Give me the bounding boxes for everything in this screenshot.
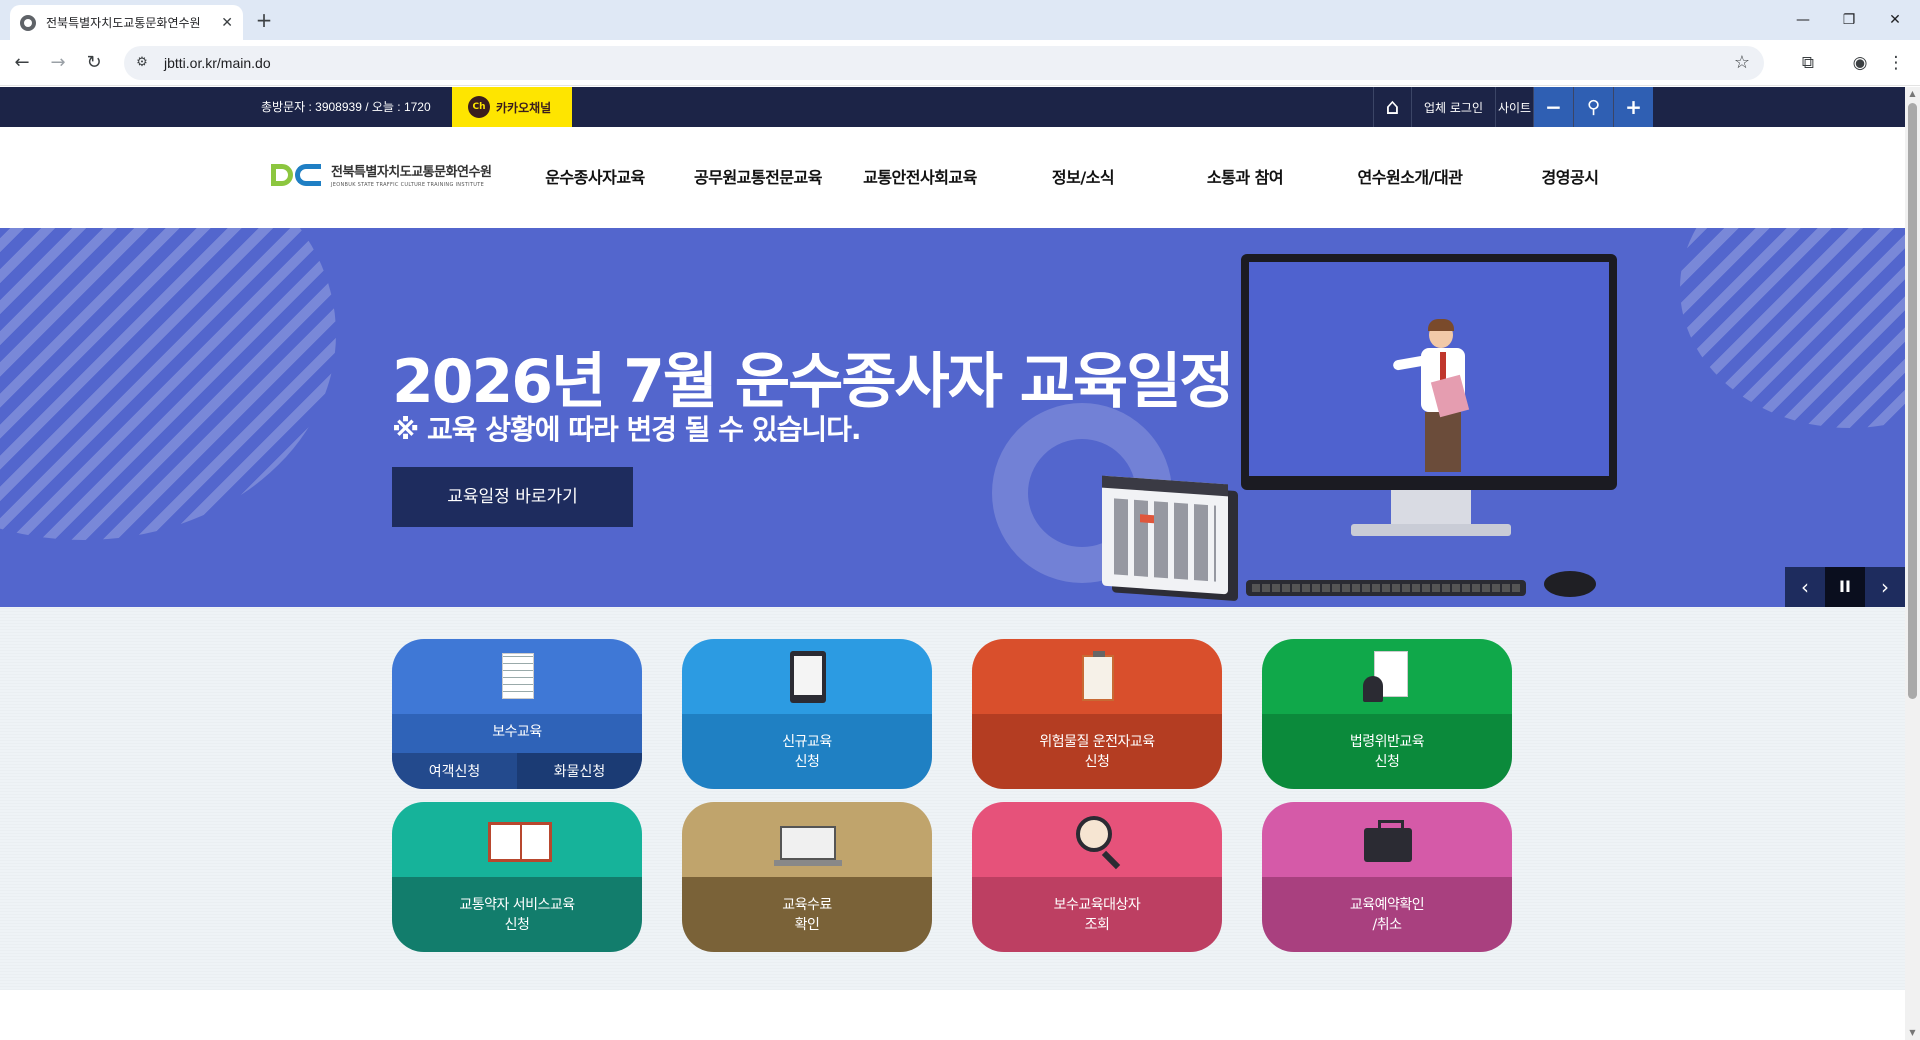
quick-card-reservation-check[interactable]: 교육예약확인 /취소	[1262, 802, 1512, 952]
window-close-button[interactable]: ✕	[1872, 6, 1918, 34]
quick-card-label: 보수교육대상자 조회	[1053, 896, 1141, 933]
slider-prev-button[interactable]: ‹	[1785, 567, 1825, 607]
menu-icon[interactable]: ⋮	[1882, 49, 1910, 77]
url-text[interactable]: jbtti.or.kr/main.do	[164, 55, 271, 71]
mouse-illustration	[1544, 571, 1596, 597]
quick-card-label: 법령위반교육 신청	[1349, 733, 1425, 770]
clipboard-icon	[1074, 650, 1120, 703]
nav-safety-social-education[interactable]: 교통안전사회교육	[850, 127, 990, 228]
quick-card-label: 위험물질 운전자교육 신청	[1039, 733, 1155, 770]
quick-card-new-education[interactable]: 신규교육 신청	[682, 639, 932, 789]
kakao-channel-label: 카카오채널	[496, 100, 552, 115]
quick-card-refresher-education[interactable]: 보수교육 여객신청 화물신청	[392, 639, 642, 789]
quick-card-hazmat-education[interactable]: 위험물질 운전자교육 신청	[972, 639, 1222, 789]
cargo-apply-button[interactable]: 화물신청	[517, 753, 642, 789]
keyboard-illustration	[1246, 580, 1526, 596]
magnifier-person-icon	[1074, 814, 1120, 866]
nav-info-news[interactable]: 정보/소식	[1023, 127, 1143, 228]
person-document-icon	[1363, 650, 1410, 703]
quick-card-target-lookup[interactable]: 보수교육대상자 조회	[972, 802, 1222, 952]
quick-card-label: 교육예약확인 /취소	[1349, 896, 1425, 933]
open-book-icon	[488, 814, 552, 866]
document-pen-icon	[494, 651, 540, 703]
nav-institute-intro[interactable]: 연수원소개/대관	[1335, 127, 1485, 228]
tablet-icon	[784, 650, 830, 703]
profile-icon[interactable]: ◉	[1846, 49, 1874, 77]
minimize-button[interactable]: —	[1780, 6, 1826, 34]
stripe-decoration	[0, 228, 336, 540]
laptop-certificate-icon	[774, 814, 842, 866]
scroll-up-icon[interactable]: ▲	[1905, 87, 1920, 101]
forward-icon[interactable]: →	[44, 49, 72, 77]
zoom-in-button[interactable]: +	[1613, 87, 1653, 127]
browser-tab-bar: 전북특별자치도교통문화연수원 ✕ + — ❐ ✕	[0, 0, 1920, 40]
new-tab-button[interactable]: +	[252, 8, 276, 32]
schedule-shortcut-button[interactable]: 교육일정 바로가기	[392, 467, 633, 527]
quick-card-label: 교통약자 서비스교육 신청	[459, 896, 575, 933]
hero-title: 2026년 7월 운수종사자 교육일정	[392, 347, 1235, 417]
presenter-illustration	[1392, 319, 1470, 472]
nav-public-official-education[interactable]: 공무원교통전문교육	[683, 127, 833, 228]
stripe-decoration	[1680, 228, 1905, 428]
site-utility-bar: 총방문자 : 3908939 / 오늘 : 1720 Ch 카카오채널 ⌂ 업체…	[0, 87, 1905, 127]
business-login-link[interactable]: 업체 로그인	[1411, 87, 1495, 127]
passenger-apply-button[interactable]: 여객신청	[392, 753, 517, 789]
back-icon[interactable]: ←	[8, 49, 36, 77]
scroll-down-icon[interactable]: ▼	[1905, 1026, 1920, 1040]
logo-english-name: JEONBUK STATE TRAFFIC CULTURE TRAINING I…	[331, 182, 485, 188]
nav-management-disclosure[interactable]: 경영공시	[1510, 127, 1630, 228]
scrollbar-thumb[interactable]	[1908, 103, 1917, 699]
sitemap-link[interactable]: 사이트	[1495, 87, 1533, 127]
reload-icon[interactable]: ↻	[80, 49, 108, 77]
extensions-icon[interactable]: ⧉	[1794, 49, 1822, 77]
hero-subtitle: ※ 교육 상황에 따라 변경 될 수 있습니다.	[392, 413, 861, 446]
monitor-illustration	[1241, 254, 1617, 536]
logo-mark-icon	[271, 162, 323, 188]
zoom-out-button[interactable]: −	[1533, 87, 1573, 127]
nav-communication[interactable]: 소통과 참여	[1185, 127, 1305, 228]
quick-card-label: 보수교육	[492, 724, 542, 740]
nav-driver-education[interactable]: 운수종사자교육	[530, 127, 660, 228]
slider-next-button[interactable]: ›	[1865, 567, 1905, 607]
zoom-reset-icon[interactable]: ⚲	[1573, 87, 1613, 127]
kakao-channel-icon: Ch	[468, 96, 490, 118]
bookmark-star-icon[interactable]: ☆	[1734, 52, 1750, 73]
browser-tab[interactable]: 전북특별자치도교통문화연수원 ✕	[10, 5, 243, 40]
quick-card-accessibility-education[interactable]: 교통약자 서비스교육 신청	[392, 802, 642, 952]
browser-toolbar: ← → ↻ ⚙ jbtti.or.kr/main.do ☆ ⧉ ◉ ⋮	[0, 40, 1920, 86]
briefcase-icon	[1364, 814, 1412, 866]
quick-card-label: 신규교육 신청	[782, 733, 832, 770]
restore-button[interactable]: ❐	[1826, 6, 1872, 34]
tab-close-icon[interactable]: ✕	[221, 15, 233, 31]
quick-menu-section: 보수교육 여객신청 화물신청 신규교육 신청 위험물질 운전자교육 신청 법령위…	[0, 607, 1905, 990]
site-header: 전북특별자치도교통문화연수원 JEONBUK STATE TRAFFIC CUL…	[0, 127, 1905, 228]
quick-card-violation-education[interactable]: 법령위반교육 신청	[1262, 639, 1512, 789]
address-bar[interactable]: ⚙ jbtti.or.kr/main.do ☆	[124, 46, 1764, 80]
page-scrollbar[interactable]: ▲ ▼	[1905, 87, 1920, 1040]
hero-banner: 2026년 7월 운수종사자 교육일정 ※ 교육 상황에 따라 변경 될 수 있…	[0, 228, 1905, 607]
logo-korean-name: 전북특별자치도교통문화연수원	[331, 165, 492, 180]
calendar-illustration	[1102, 475, 1228, 595]
tab-title: 전북특별자치도교통문화연수원	[46, 16, 201, 30]
site-logo[interactable]: 전북특별자치도교통문화연수원 JEONBUK STATE TRAFFIC CUL…	[271, 161, 492, 188]
slider-pause-button[interactable]: II	[1825, 567, 1865, 607]
quick-card-completion-check[interactable]: 교육수료 확인	[682, 802, 932, 952]
quick-card-label: 교육수료 확인	[782, 896, 832, 933]
visitor-counter: 총방문자 : 3908939 / 오늘 : 1720	[261, 100, 431, 114]
kakao-channel-button[interactable]: Ch 카카오채널	[452, 87, 572, 127]
site-info-icon[interactable]: ⚙	[132, 53, 152, 73]
globe-icon	[20, 14, 36, 31]
home-icon[interactable]: ⌂	[1373, 87, 1411, 127]
